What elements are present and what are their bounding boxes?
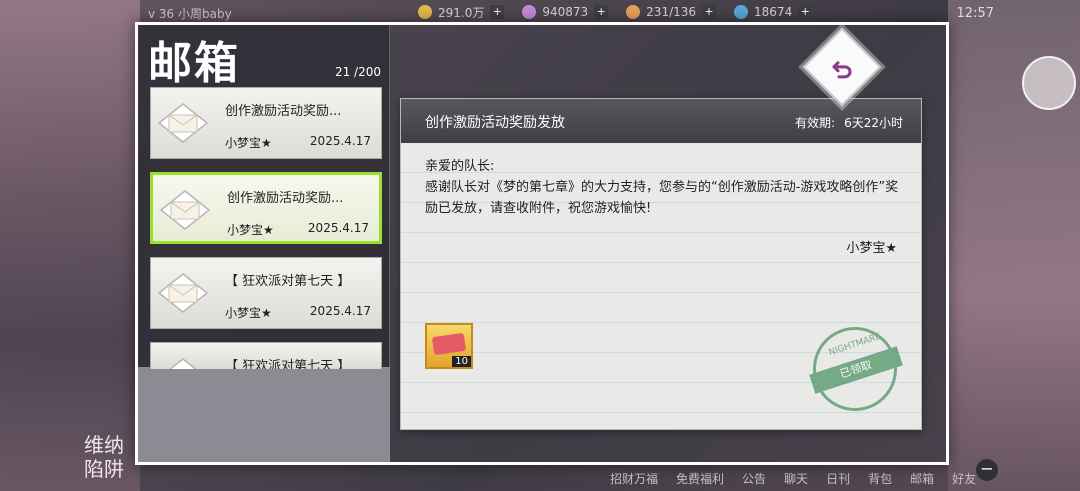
- mailbox-window: 邮箱 21 /200 创作激励活动奖励... 小梦宝★ 2025.4.17 创作激励活…: [135, 22, 949, 465]
- bottom-nav-item[interactable]: 聊天: [784, 470, 808, 487]
- add-gold-button[interactable]: +: [490, 5, 505, 19]
- mail-subject: 【 狂欢派对第七天 】: [225, 274, 351, 289]
- mail-subject: 创作激励活动奖励...: [227, 191, 344, 206]
- ticket-resource: 18674 +: [734, 5, 813, 19]
- bottom-nav-item[interactable]: 背包: [868, 470, 892, 487]
- mail-letter: 创作激励活动奖励发放 有效期: 6天22小时 亲爱的队长: 感谢队长对《梦的第七…: [400, 98, 922, 430]
- player-level: v 36 小周baby: [148, 7, 232, 21]
- letter-signature: 小梦宝★: [846, 241, 897, 256]
- mail-date: 2025.4.17: [309, 134, 371, 148]
- attachment-quantity: 10: [452, 356, 471, 367]
- attachment-item[interactable]: 10: [425, 323, 473, 369]
- mail-subject: 创作激励活动奖励...: [225, 104, 342, 119]
- bottom-nav-item[interactable]: 日刊: [826, 470, 850, 487]
- gold-value: 291.0万: [438, 5, 485, 20]
- left-banner-line: 陷阱: [84, 457, 124, 481]
- left-banner[interactable]: 维纳 陷阱: [84, 433, 124, 481]
- envelope-icon: [169, 358, 197, 369]
- ticket-icon: [431, 332, 467, 356]
- stamina-value: 231/136: [646, 5, 697, 19]
- left-background-art: [0, 0, 140, 491]
- expiry-label: 有效期:: [794, 116, 835, 130]
- add-gem-button[interactable]: +: [594, 5, 609, 19]
- add-stamina-button[interactable]: +: [702, 5, 717, 19]
- bottom-nav-item[interactable]: 好友: [952, 470, 976, 487]
- mail-date: 2025.4.17: [309, 304, 371, 318]
- gem-resource: 940873 +: [522, 5, 609, 19]
- mail-list-panel: 邮箱 21 /200 创作激励活动奖励... 小梦宝★ 2025.4.17 创作激励活…: [138, 25, 390, 462]
- mail-item[interactable]: 创作激励活动奖励... 小梦宝★ 2025.4.17: [150, 87, 382, 159]
- letter-subject: 创作激励活动奖励发放: [425, 115, 565, 131]
- mail-count: 21 /200: [334, 65, 381, 79]
- left-banner-line: 维纳: [84, 433, 124, 457]
- ticket-value: 18674: [754, 5, 793, 19]
- claimed-stamp: NIGHTMARE 已领取: [809, 327, 903, 411]
- mail-item[interactable]: 【 狂欢派对第七天 】小梦宝★ 2025.4.17: [150, 257, 382, 329]
- envelope-icon: [159, 190, 211, 230]
- mail-sender: 小梦宝★: [225, 306, 272, 320]
- ticket-icon: [734, 5, 749, 19]
- envelope-icon: [157, 103, 209, 143]
- mail-subject: 【 狂欢派对第七天 】: [225, 359, 351, 369]
- stamina-icon: [626, 5, 641, 19]
- back-arrow-icon: [814, 42, 870, 98]
- bottom-nav-item[interactable]: 公告: [742, 470, 766, 487]
- list-panel-footer: [138, 367, 390, 462]
- expiry-value: 6天22小时: [844, 116, 903, 130]
- side-avatar[interactable]: [1022, 56, 1076, 110]
- gem-value: 940873: [542, 5, 589, 19]
- mail-sender: 小梦宝★: [225, 136, 272, 150]
- back-button[interactable]: [802, 27, 882, 107]
- letter-greeting: 亲爱的队长:: [425, 159, 495, 174]
- clock: 12:57: [956, 6, 994, 21]
- envelope-icon: [157, 273, 209, 313]
- bottom-nav: 招财万福 免费福利 公告 聊天 日刊 背包 邮箱 好友: [610, 470, 976, 487]
- gold-icon: [418, 5, 432, 19]
- letter-text: 感谢队长对《梦的第七章》的大力支持，您参与的“创作激励活动-游戏攻略创作”奖励已…: [425, 180, 899, 216]
- gem-icon: [522, 5, 537, 19]
- mail-item[interactable]: 【 狂欢派对第七天 】: [150, 342, 382, 369]
- mail-list[interactable]: 创作激励活动奖励... 小梦宝★ 2025.4.17 创作激励活动奖励... 小梦宝★ 2…: [150, 87, 384, 369]
- bottom-nav-item[interactable]: 招财万福: [610, 470, 658, 487]
- mail-date: 2025.4.17: [307, 221, 369, 235]
- gold-resource: 291.0万 +: [418, 4, 505, 21]
- mail-sender: 小梦宝★: [227, 223, 274, 237]
- letter-body: 亲爱的队长: 感谢队长对《梦的第七章》的大力支持，您参与的“创作激励活动-游戏攻…: [425, 156, 905, 219]
- mail-item[interactable]: 创作激励活动奖励... 小梦宝★ 2025.4.17: [150, 172, 382, 244]
- bottom-nav-item[interactable]: 邮箱: [910, 470, 934, 487]
- add-ticket-button[interactable]: +: [798, 5, 813, 19]
- collapse-button[interactable]: −: [976, 459, 998, 481]
- mailbox-title: 邮箱: [148, 38, 240, 89]
- bottom-nav-item[interactable]: 免费福利: [676, 470, 724, 487]
- stamina-resource: 231/136 +: [626, 5, 717, 19]
